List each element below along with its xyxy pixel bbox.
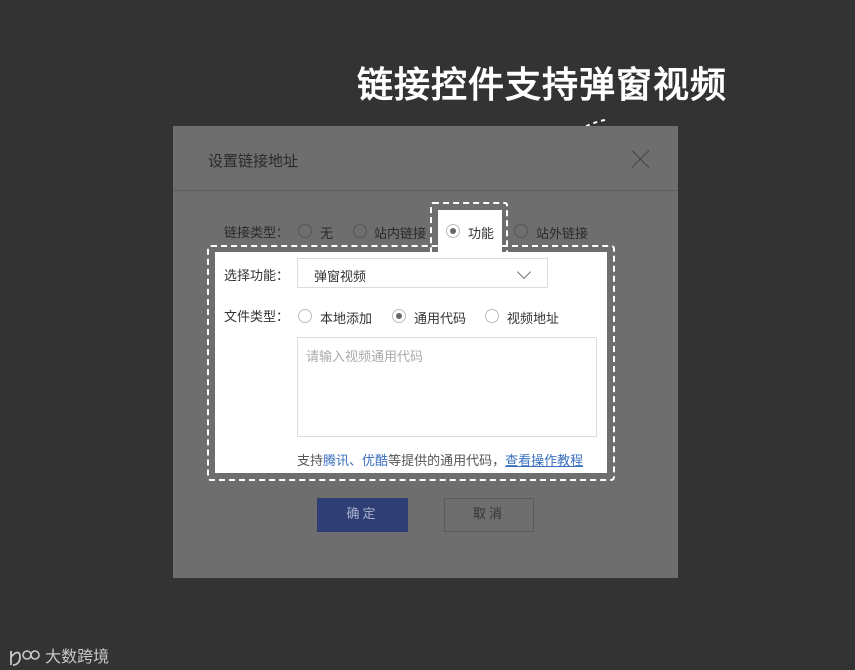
- hint-separator: 、: [349, 454, 363, 469]
- hint-middle: 等提供的通用代码，: [388, 454, 506, 469]
- radio-label-code: 通用代码: [414, 312, 467, 327]
- radio-label-local: 本地添加: [320, 312, 373, 327]
- brand-logo-icon: [10, 649, 40, 666]
- headline: 链接控件支持弹窗视频: [357, 64, 728, 106]
- chevron-down-icon: [516, 264, 532, 280]
- dialog-title: 设置链接地址: [208, 152, 299, 170]
- hint-text: 支持腾讯、优酷等提供的通用代码，查看操作教程: [297, 450, 583, 469]
- radio-link-function[interactable]: [446, 224, 460, 238]
- radio-label-none: 无: [320, 227, 334, 242]
- function-select[interactable]: 弹窗视频: [297, 258, 548, 288]
- brand-watermark: 大数跨境: [8, 643, 109, 669]
- hint-provider-tencent: 腾讯: [323, 454, 350, 469]
- radio-file-code[interactable]: [392, 309, 406, 323]
- video-code-input[interactable]: [297, 337, 597, 437]
- brand-name: 大数跨境: [45, 647, 110, 666]
- radio-label-internal: 站内链接: [374, 227, 427, 242]
- cancel-button[interactable]: 取消: [444, 498, 534, 532]
- hint-prefix: 支持: [297, 454, 324, 469]
- radio-label-url: 视频地址: [507, 312, 560, 327]
- radio-label-function: 功能: [468, 227, 495, 242]
- radio-file-url[interactable]: [485, 309, 499, 323]
- radio-file-local[interactable]: [298, 309, 312, 323]
- radio-link-external[interactable]: [514, 224, 528, 238]
- radio-link-none[interactable]: [298, 224, 312, 238]
- tutorial-link[interactable]: 查看操作教程: [505, 454, 583, 469]
- radio-link-internal[interactable]: [353, 224, 367, 238]
- radio-label-external: 站外链接: [536, 227, 589, 242]
- file-type-label: 文件类型：: [224, 310, 290, 325]
- confirm-button[interactable]: 确定: [317, 498, 408, 532]
- function-select-value: 弹窗视频: [314, 270, 367, 285]
- link-type-label: 链接类型：: [224, 226, 290, 241]
- close-icon[interactable]: [631, 149, 651, 169]
- hint-provider-youku: 优酷: [362, 454, 389, 469]
- dialog-header: 设置链接地址: [173, 126, 678, 191]
- function-label: 选择功能：: [224, 269, 290, 284]
